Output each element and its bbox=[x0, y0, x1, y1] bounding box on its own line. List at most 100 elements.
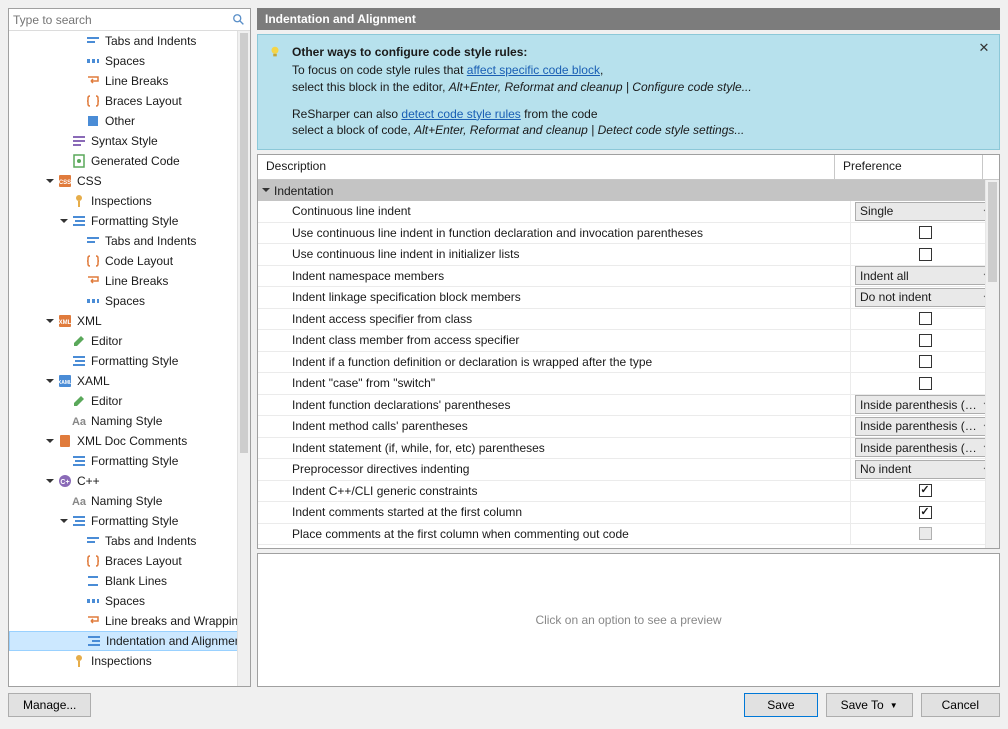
setting-row[interactable]: Indent "case" from "switch" bbox=[258, 373, 999, 395]
close-icon[interactable]: ✕ bbox=[977, 41, 991, 55]
checkbox[interactable] bbox=[919, 506, 932, 519]
tree-item[interactable]: Line Breaks bbox=[9, 271, 250, 291]
tree-arrow-icon[interactable] bbox=[59, 136, 69, 146]
tree-item[interactable]: Spaces bbox=[9, 51, 250, 71]
setting-value[interactable] bbox=[851, 309, 999, 330]
tree-item[interactable]: XAML bbox=[9, 371, 250, 391]
tree-arrow-icon[interactable] bbox=[73, 236, 83, 246]
tree-item[interactable]: C++ bbox=[9, 471, 250, 491]
dropdown[interactable]: Inside parenthesis (BSD/K bbox=[855, 417, 995, 436]
setting-row[interactable]: Indent method calls' parenthesesInside p… bbox=[258, 416, 999, 438]
tree-arrow-icon[interactable] bbox=[73, 556, 83, 566]
setting-value[interactable]: Indent all bbox=[851, 266, 999, 287]
tree-arrow-icon[interactable] bbox=[73, 276, 83, 286]
grid-scrollbar[interactable] bbox=[985, 180, 999, 548]
dropdown[interactable]: No indent bbox=[855, 460, 995, 479]
tree-item[interactable]: Braces Layout bbox=[9, 91, 250, 111]
tree-arrow-icon[interactable] bbox=[73, 256, 83, 266]
tree-item[interactable]: Indentation and Alignment bbox=[9, 631, 250, 651]
dropdown[interactable]: Inside parenthesis (BSD/K bbox=[855, 395, 995, 414]
tree-arrow-icon[interactable] bbox=[59, 516, 69, 526]
info-link-2[interactable]: detect code style rules bbox=[401, 107, 520, 121]
col-preference[interactable]: Preference bbox=[835, 155, 983, 179]
col-description[interactable]: Description bbox=[258, 155, 835, 179]
setting-value[interactable] bbox=[851, 330, 999, 351]
checkbox[interactable] bbox=[919, 312, 932, 325]
search-input[interactable] bbox=[13, 13, 232, 27]
tree-item[interactable]: Spaces bbox=[9, 291, 250, 311]
cancel-button[interactable]: Cancel bbox=[921, 693, 1000, 717]
tree-arrow-icon[interactable] bbox=[45, 176, 55, 186]
tree-arrow-icon[interactable] bbox=[73, 56, 83, 66]
tree-item[interactable]: Braces Layout bbox=[9, 551, 250, 571]
tree-item[interactable]: Formatting Style bbox=[9, 511, 250, 531]
tree-scrollbar[interactable] bbox=[237, 31, 250, 686]
setting-value[interactable]: No indent bbox=[851, 459, 999, 480]
tree-arrow-icon[interactable] bbox=[45, 476, 55, 486]
search-box[interactable] bbox=[9, 9, 250, 31]
dropdown[interactable]: Indent all bbox=[855, 266, 995, 285]
tree-item[interactable]: Formatting Style bbox=[9, 211, 250, 231]
setting-value[interactable] bbox=[851, 223, 999, 244]
tree-item[interactable]: XML bbox=[9, 311, 250, 331]
tree-item[interactable]: Code Layout bbox=[9, 251, 250, 271]
setting-row[interactable]: Use continuous line indent in function d… bbox=[258, 223, 999, 245]
info-link-1[interactable]: affect specific code block bbox=[467, 63, 600, 77]
setting-row[interactable]: Indent comments started at the first col… bbox=[258, 502, 999, 524]
setting-row[interactable]: Indent function declarations' parenthese… bbox=[258, 395, 999, 417]
tree-arrow-icon[interactable] bbox=[73, 36, 83, 46]
setting-value[interactable]: Inside parenthesis (BSD/K bbox=[851, 438, 999, 459]
tree-item[interactable]: Tabs and Indents bbox=[9, 231, 250, 251]
group-row[interactable]: Indentation bbox=[258, 180, 999, 201]
tree-item[interactable]: Inspections bbox=[9, 651, 250, 671]
checkbox[interactable] bbox=[919, 334, 932, 347]
setting-row[interactable]: Continuous line indentSingle bbox=[258, 201, 999, 223]
tree-arrow-icon[interactable] bbox=[45, 376, 55, 386]
tree-item[interactable]: Syntax Style bbox=[9, 131, 250, 151]
tree-arrow-icon[interactable] bbox=[59, 416, 69, 426]
tree-arrow-icon[interactable] bbox=[73, 116, 83, 126]
tree-item[interactable]: Line Breaks bbox=[9, 71, 250, 91]
tree-item[interactable]: Line breaks and Wrapping bbox=[9, 611, 250, 631]
checkbox[interactable] bbox=[919, 248, 932, 261]
setting-value[interactable] bbox=[851, 352, 999, 373]
setting-value[interactable]: Single bbox=[851, 201, 999, 222]
setting-value[interactable]: Inside parenthesis (BSD/K bbox=[851, 395, 999, 416]
tree-arrow-icon[interactable] bbox=[73, 616, 83, 626]
manage-button[interactable]: Manage... bbox=[8, 693, 91, 717]
tree-arrow-icon[interactable] bbox=[59, 396, 69, 406]
checkbox[interactable] bbox=[919, 355, 932, 368]
tree-arrow-icon[interactable] bbox=[59, 456, 69, 466]
setting-value[interactable]: Do not indent bbox=[851, 287, 999, 308]
tree-item[interactable]: Formatting Style bbox=[9, 451, 250, 471]
setting-row[interactable]: Indent statement (if, while, for, etc) p… bbox=[258, 438, 999, 460]
tree-item[interactable]: Tabs and Indents bbox=[9, 531, 250, 551]
setting-row[interactable]: Indent if a function definition or decla… bbox=[258, 352, 999, 374]
setting-row[interactable]: Indent namespace membersIndent all bbox=[258, 266, 999, 288]
tree-item[interactable]: Other bbox=[9, 111, 250, 131]
tree-item[interactable]: Editor bbox=[9, 391, 250, 411]
dropdown[interactable]: Do not indent bbox=[855, 288, 995, 307]
tree-arrow-icon[interactable] bbox=[45, 436, 55, 446]
setting-row[interactable]: Place comments at the first column when … bbox=[258, 524, 999, 546]
tree-item[interactable]: Naming Style bbox=[9, 491, 250, 511]
tree-arrow-icon[interactable] bbox=[73, 596, 83, 606]
tree-item[interactable]: Naming Style bbox=[9, 411, 250, 431]
tree-arrow-icon[interactable] bbox=[74, 636, 84, 646]
setting-value[interactable] bbox=[851, 244, 999, 265]
tree-arrow-icon[interactable] bbox=[73, 536, 83, 546]
save-to-button[interactable]: Save To▼ bbox=[826, 693, 913, 717]
dropdown[interactable]: Inside parenthesis (BSD/K bbox=[855, 438, 995, 457]
setting-value[interactable] bbox=[851, 481, 999, 502]
setting-value[interactable] bbox=[851, 524, 999, 545]
checkbox[interactable] bbox=[919, 226, 932, 239]
tree-item[interactable]: Tabs and Indents bbox=[9, 31, 250, 51]
tree-arrow-icon[interactable] bbox=[73, 576, 83, 586]
tree-item[interactable]: Generated Code bbox=[9, 151, 250, 171]
tree-arrow-icon[interactable] bbox=[73, 296, 83, 306]
dropdown[interactable]: Single bbox=[855, 202, 995, 221]
tree-arrow-icon[interactable] bbox=[59, 656, 69, 666]
setting-value[interactable] bbox=[851, 373, 999, 394]
tree-item[interactable]: Blank Lines bbox=[9, 571, 250, 591]
tree-arrow-icon[interactable] bbox=[59, 156, 69, 166]
